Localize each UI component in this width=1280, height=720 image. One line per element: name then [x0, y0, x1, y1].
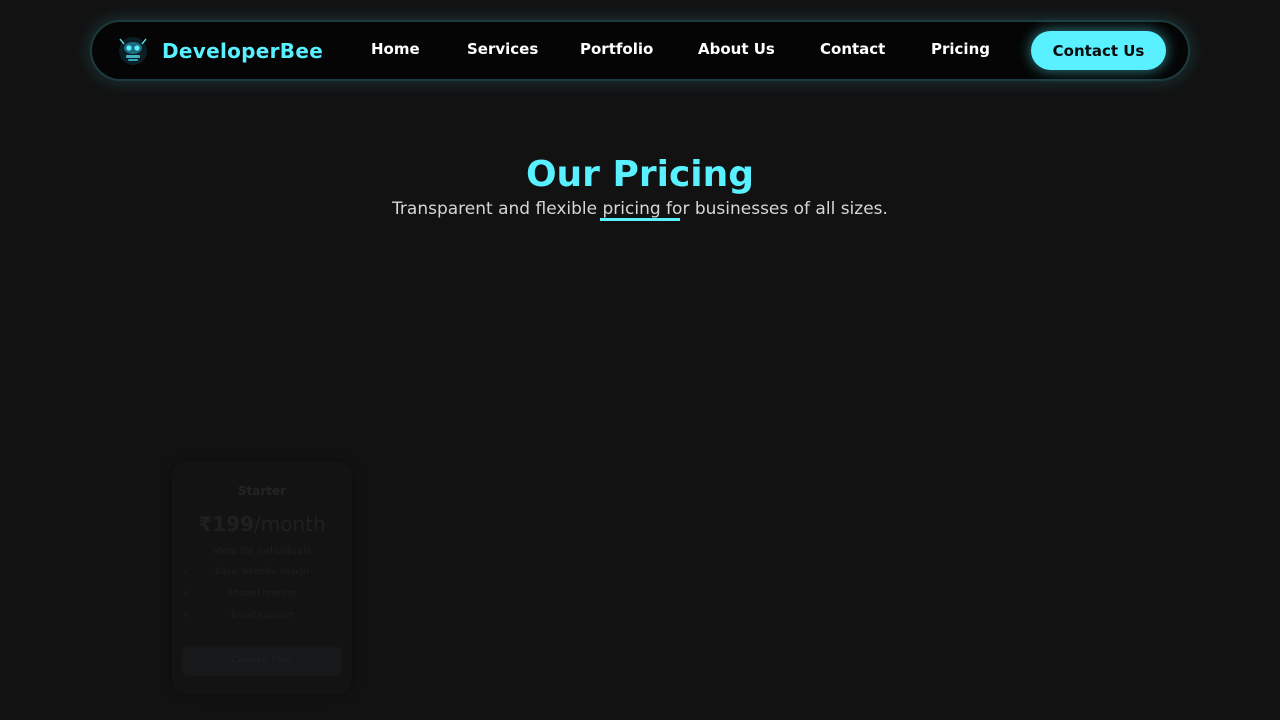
plan-price: ₹199/month: [172, 512, 352, 536]
plan-feature-label: Shared hosting: [228, 589, 296, 599]
contact-us-button[interactable]: Contact Us: [1031, 31, 1166, 70]
page: DeveloperBee Home Services Portfolio Abo…: [0, 0, 1280, 720]
navbar: DeveloperBee Home Services Portfolio Abo…: [90, 20, 1190, 81]
check-icon: ✓: [182, 589, 190, 599]
plan-feature-label: Email support: [230, 611, 294, 621]
plan-name: Starter: [237, 484, 287, 498]
page-subtitle: Transparent and flexible pricing for bus…: [392, 199, 888, 219]
plan-feature: ✓ Basic website design: [172, 567, 352, 579]
bee-mascot-icon: [118, 36, 148, 66]
nav-link-contact[interactable]: Contact: [820, 40, 885, 58]
nav-link-portfolio[interactable]: Portfolio: [580, 40, 653, 58]
check-icon: ✓: [182, 567, 190, 577]
plan-feature-label: Basic website design: [214, 567, 310, 577]
page-title: Our Pricing: [525, 154, 755, 195]
nav-link-services[interactable]: Services: [467, 40, 538, 58]
check-icon: ✓: [182, 611, 190, 621]
choose-plan-button[interactable]: Choose Plan: [182, 646, 342, 676]
brand-name: DeveloperBee: [162, 39, 324, 63]
title-underline: [600, 218, 680, 221]
plan-feature: ✓ Email support: [172, 611, 352, 623]
plan-price-amount: ₹199: [198, 512, 254, 536]
brand[interactable]: DeveloperBee: [118, 36, 323, 66]
plan-price-period: /month: [254, 512, 326, 536]
nav-link-pricing[interactable]: Pricing: [931, 40, 990, 58]
nav-link-about-us[interactable]: About Us: [698, 40, 775, 58]
nav-link-home[interactable]: Home: [371, 40, 420, 58]
pricing-card-starter: Starter ₹199/month Ideal for individuals…: [172, 462, 352, 694]
plan-feature: ✓ Shared hosting: [172, 589, 352, 601]
plan-description: Ideal for individuals: [212, 546, 312, 557]
